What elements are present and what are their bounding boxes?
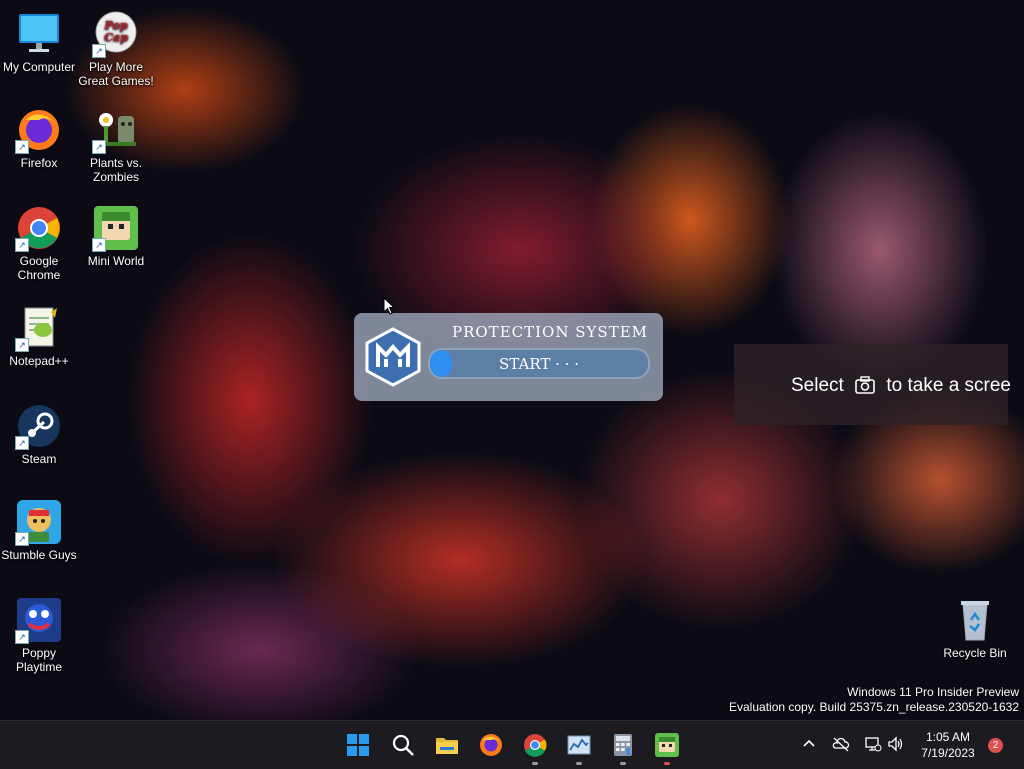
start-icon [347,734,369,756]
volume-icon [888,736,903,752]
taskbar: 1:05 AM 7/19/2023 2 [0,720,1024,769]
desktop-icon-poppy-playtime[interactable]: ↗ Poppy Playtime [1,596,77,674]
onedrive-offline-icon [832,737,850,752]
protection-status: START · · · [499,355,579,373]
network-icon [865,737,882,752]
shortcut-arrow-icon: ↗ [15,140,29,154]
steam-icon: ↗ [15,402,63,450]
mini-world-logo-icon [364,327,422,387]
taskbar-start-button[interactable] [343,730,373,760]
running-indicator [664,762,670,765]
mini-world-icon: ↗ [92,204,140,252]
tray-onedrive[interactable] [832,735,852,755]
tray-network[interactable] [864,735,884,755]
desktop-icon-my-computer[interactable]: My Computer [1,10,77,74]
taskbar-file-explorer[interactable] [432,730,462,760]
snip-notification[interactable]: Select to take a scree [734,344,1011,425]
taskbar-task-manager[interactable] [564,730,594,765]
shortcut-arrow-icon: ↗ [15,338,29,352]
shortcut-arrow-icon: ↗ [15,238,29,252]
task-manager-icon [567,735,591,755]
desktop-icon-label: Firefox [20,156,58,170]
desktop-icon-firefox[interactable]: ↗ Firefox [1,106,77,170]
mini-world-icon [655,733,679,757]
desktop-icon-label: Plants vs. Zombies [89,156,143,184]
taskbar-mini-world[interactable] [652,730,682,765]
popcap-icon: Pop Cap ↗ [92,10,140,58]
taskbar-search-button[interactable] [388,730,418,760]
poppy-playtime-icon: ↗ [15,596,63,644]
clock-date: 7/19/2023 [921,746,975,760]
protection-title: PROTECTION SYSTEM [452,323,649,341]
popcap-logo-cap: Cap [104,31,128,44]
desktop-icon-label: Play More Great Games! [78,60,154,88]
taskbar-firefox[interactable] [476,730,506,760]
desktop-icon-label: Mini World [87,254,145,268]
desktop-icon-label: Google Chrome [17,254,61,282]
shortcut-arrow-icon: ↗ [92,44,106,58]
plants-vs-zombies-icon: ↗ [92,106,140,154]
desktop-icon-label: Notepad++ [9,354,69,368]
shortcut-arrow-icon: ↗ [15,630,29,644]
snip-message-before: Select [791,375,844,396]
mouse-cursor-icon [383,296,396,316]
windows-watermark: Windows 11 Pro Insider Preview Evaluatio… [729,685,1019,715]
desktop-icon-label: My Computer [2,60,76,74]
snip-message-after: to take a scree [886,375,1011,396]
shortcut-arrow-icon: ↗ [92,238,106,252]
shortcut-arrow-icon: ↗ [92,140,106,154]
notification-badge[interactable]: 2 [988,738,1003,753]
protection-progress-bar: START · · · [428,348,650,379]
desktop-icon-stumble-guys[interactable]: ↗ Stumble Guys [1,498,77,562]
desktop-icon-notepad-plus-plus[interactable]: ↗ Notepad++ [1,304,77,368]
taskbar-calculator[interactable] [608,730,638,765]
firefox-icon: ↗ [15,106,63,154]
protection-system-dialog: PROTECTION SYSTEM START · · · [354,313,663,401]
watermark-line-2: Evaluation copy. Build 25375.zn_release.… [729,700,1019,714]
stumble-guys-icon: ↗ [15,498,63,546]
chevron-up-icon [803,739,815,747]
desktop-icon-google-chrome[interactable]: ↗ Google Chrome [1,204,77,282]
search-icon [392,734,414,756]
desktop-icon-label: Recycle Bin [943,646,1007,660]
desktop-icon-mini-world[interactable]: ↗ Mini World [78,204,154,268]
shortcut-arrow-icon: ↗ [15,532,29,546]
camera-icon [855,376,875,400]
file-explorer-icon [436,738,458,754]
shortcut-arrow-icon: ↗ [15,436,29,450]
snip-message: Select to take a scree [791,375,1011,400]
chrome-icon: ↗ [15,204,63,252]
desktop-icon-steam[interactable]: ↗ Steam [1,402,77,466]
clock-time: 1:05 AM [925,730,971,744]
running-indicator [576,762,582,765]
recycle-bin-icon [951,596,999,644]
desktop-icon-play-more-great-games[interactable]: Pop Cap ↗ Play More Great Games! [78,10,154,88]
desktop-icon-label: Stumble Guys [1,548,77,562]
running-indicator [532,762,538,765]
firefox-icon [480,734,502,756]
chrome-icon [524,734,547,757]
desktop-icon-plants-vs-zombies[interactable]: ↗ Plants vs. Zombies [78,106,154,184]
desktop-icon-recycle-bin[interactable]: Recycle Bin [937,596,1013,660]
calculator-icon [614,734,632,756]
tray-show-hidden-icons[interactable] [800,735,820,755]
desktop-icon-label: Steam [21,452,57,466]
taskbar-clock[interactable]: 1:05 AM 7/19/2023 [912,729,984,761]
running-indicator [620,762,626,765]
taskbar-chrome[interactable] [520,730,550,765]
monitor-icon [15,10,63,58]
watermark-line-1: Windows 11 Pro Insider Preview [847,685,1019,699]
notepad-plus-plus-icon: ↗ [15,304,63,352]
desktop-icon-label: Poppy Playtime [15,646,62,674]
tray-volume[interactable] [887,735,907,755]
